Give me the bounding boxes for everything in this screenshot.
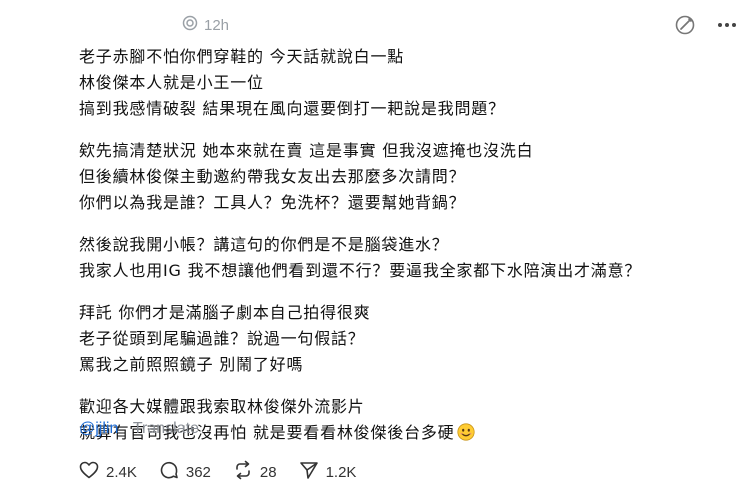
paragraph-1: 老子赤腳不怕你們穿鞋的 今天話就說白一點 林俊傑本人就是小王一位 搞到我感情破裂… (79, 44, 739, 122)
post-meta: 12h (182, 14, 229, 36)
text-line: 欸先搞清楚狀況 她本來就在賣 這是事實 但我沒遮掩也沒洗白 (79, 141, 534, 160)
share-icon (299, 460, 319, 484)
text-line: 你們以為我是誰？工具人？免洗杯？還要幫她背鍋？ (79, 193, 466, 212)
text-line: 老子赤腳不怕你們穿鞋的 今天話就說白一點 (79, 47, 405, 66)
repost-count: 28 (259, 463, 277, 481)
post-timestamp: 12h (204, 16, 230, 34)
repost-button[interactable]: 28 (233, 460, 277, 484)
edit-icon[interactable] (673, 13, 697, 37)
action-bar: 2.4K 362 28 1.2K (79, 460, 378, 484)
reply-button[interactable]: 362 (159, 460, 211, 484)
text-line: 然後說我開小帳？講這句的你們是不是腦袋進水？ (79, 235, 449, 254)
share-count: 1.2K (325, 463, 357, 481)
text-line: 我家人也用IG 我不想讓他們看到還不行？要逼我全家都下水陪演出才滿意？ (79, 261, 642, 280)
text-line: 拜託 你們才是滿腦子劇本自己拍得很爽 (79, 303, 371, 322)
text-line: 搞到我感情破裂 結果現在風向還要倒打一耙說是我問題？ (79, 99, 505, 118)
comment-icon (159, 460, 179, 484)
repost-icon (233, 460, 253, 484)
text-line: 歡迎各大媒體跟我索取林俊傑外流影片 (79, 397, 365, 416)
text-line: 罵我之前照照鏡子 別鬧了好嗎 (79, 355, 304, 374)
paragraph-4: 拜託 你們才是滿腦子劇本自己拍得很爽 老子從頭到尾騙過誰？說過一句假話？ 罵我之… (79, 300, 739, 378)
mention-link[interactable]: @jjlin (79, 420, 118, 437)
mention-row: @jjlin Translate (79, 420, 199, 438)
paragraph-3: 然後說我開小帳？講這句的你們是不是腦袋進水？ 我家人也用IG 我不想讓他們看到還… (79, 232, 739, 284)
post-body: 老子赤腳不怕你們穿鞋的 今天話就說白一點 林俊傑本人就是小王一位 搞到我感情破裂… (79, 44, 739, 462)
reply-count: 362 (185, 463, 211, 481)
more-icon[interactable] (715, 13, 739, 37)
text-line: 但後續林俊傑主動邀約帶我女友出去那麼多次請問？ (79, 167, 466, 186)
threads-spiral-icon (182, 15, 198, 35)
text-line: 老子從頭到尾騙過誰？說過一句假話？ (79, 329, 365, 348)
translate-button[interactable]: Translate (133, 420, 199, 437)
share-button[interactable]: 1.2K (299, 460, 357, 484)
text-line: 林俊傑本人就是小王一位 (79, 73, 264, 92)
like-button[interactable]: 2.4K (79, 461, 137, 483)
smiling-face-emoji (456, 423, 475, 441)
heart-icon (79, 461, 99, 483)
like-count: 2.4K (106, 463, 137, 481)
paragraph-2: 欸先搞清楚狀況 她本來就在賣 這是事實 但我沒遮掩也沒洗白 但後續林俊傑主動邀約… (79, 138, 739, 216)
